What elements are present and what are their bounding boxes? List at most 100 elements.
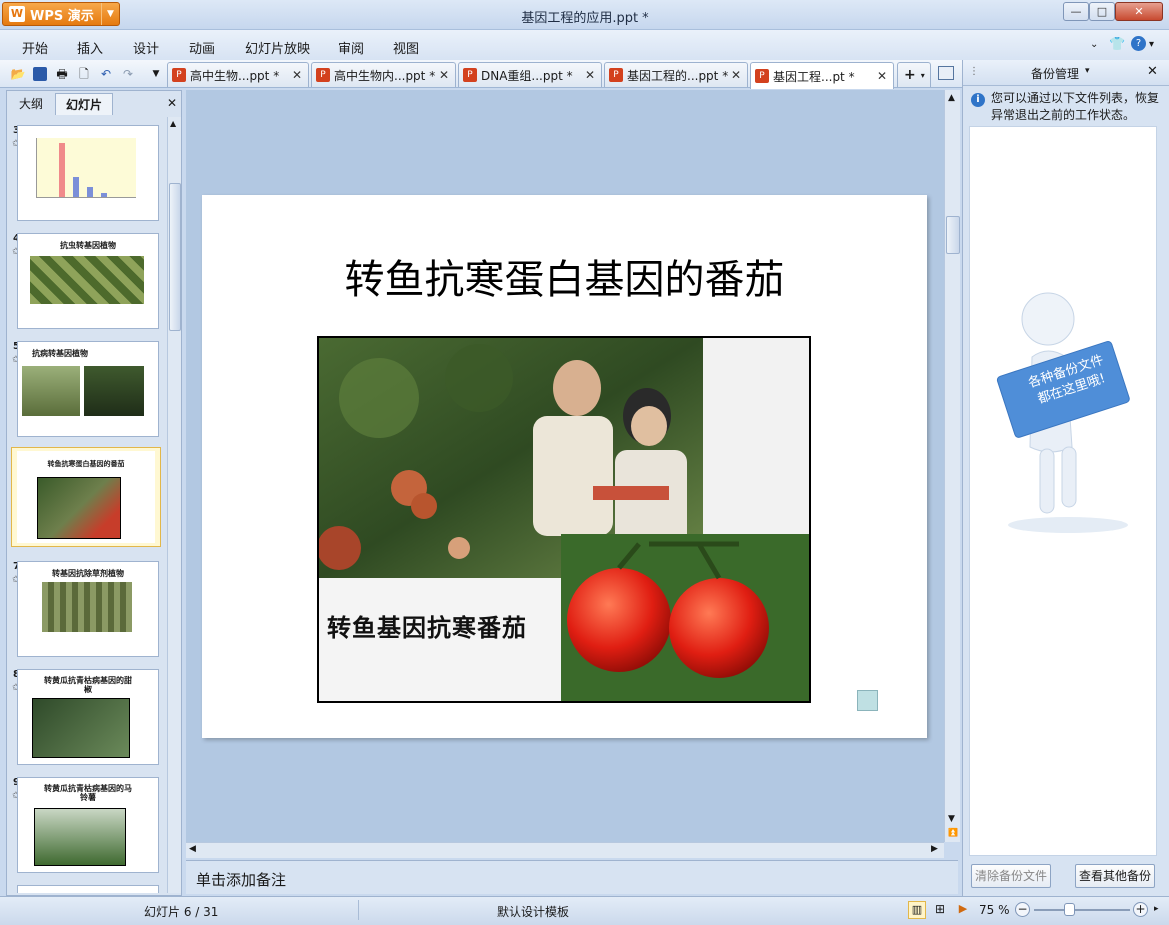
menu-view[interactable]: 视图 bbox=[393, 38, 419, 57]
toolbar-customize-icon[interactable]: ▼ bbox=[148, 66, 164, 82]
status-bar: 幻灯片 6 / 31 默认设计模板 ▥ ⊞ ▶ 75 % − + ▸ bbox=[0, 896, 1169, 925]
thumbnail-scrollbar[interactable]: ▲ bbox=[167, 117, 181, 893]
print-preview-icon[interactable]: 🗋 bbox=[76, 66, 92, 82]
minimize-button[interactable]: — bbox=[1063, 2, 1089, 21]
scrollbar-thumb[interactable] bbox=[169, 183, 181, 331]
tab-doc-3[interactable]: P DNA重组...ppt * ✕ bbox=[458, 62, 602, 87]
figure-holding-sign-illustration bbox=[996, 292, 1130, 533]
bar-chart-thumbnail bbox=[36, 138, 136, 198]
slide-thumbnail-10[interactable] bbox=[17, 885, 159, 893]
tab-doc-2[interactable]: P 高中生物内...ppt * ✕ bbox=[311, 62, 456, 87]
scroll-down-icon[interactable]: ▼ bbox=[948, 814, 955, 824]
menu-design[interactable]: 设计 bbox=[133, 38, 159, 57]
slide-thumbnail-8[interactable]: 转黄瓜抗青枯病基因的甜椒 bbox=[17, 669, 159, 765]
slide-thumbnail-5[interactable]: 抗病转基因植物 bbox=[17, 341, 159, 437]
slide[interactable]: 转鱼抗寒蛋白基因的番茄 转鱼基因抗寒番茄 bbox=[202, 195, 927, 738]
notes-pane[interactable]: 单击添加备注 bbox=[186, 860, 958, 894]
slide-title[interactable]: 转鱼抗寒蛋白基因的番茄 bbox=[202, 247, 927, 305]
zoom-slider-thumb[interactable] bbox=[1064, 903, 1075, 916]
zoom-in-button[interactable]: + bbox=[1133, 902, 1148, 917]
wps-logo-icon: W bbox=[9, 6, 25, 22]
fit-window-icon[interactable]: ▸ bbox=[1154, 904, 1159, 914]
app-menu-dropdown-icon[interactable]: ▼ bbox=[101, 3, 119, 25]
scroll-up-icon[interactable]: ▲ bbox=[170, 119, 176, 128]
skin-icon[interactable]: 👕 bbox=[1109, 37, 1125, 52]
clear-backup-button[interactable]: 清除备份文件 bbox=[971, 864, 1051, 888]
scroll-up-icon[interactable]: ▲ bbox=[948, 93, 955, 103]
panel-grip-icon[interactable]: ⋮ bbox=[969, 66, 979, 77]
slide-sorter-view-icon[interactable]: ⊞ bbox=[931, 901, 949, 919]
thumbnail-title: 抗虫转基因植物 bbox=[60, 241, 116, 250]
panel-close-icon[interactable]: ✕ bbox=[167, 96, 177, 110]
tab-label: 高中生物内...ppt * bbox=[334, 68, 436, 83]
open-folder-icon[interactable]: 📂 bbox=[10, 66, 26, 82]
potato-greenhouse-image bbox=[34, 808, 126, 866]
slide-thumbnail-6[interactable]: 转鱼抗寒蛋白基因的番茄 bbox=[11, 447, 161, 547]
slide-thumbnail-9[interactable]: 转黄瓜抗青枯病基因的马铃薯 bbox=[17, 777, 159, 873]
zoom-slider-track[interactable] bbox=[1034, 909, 1130, 911]
canvas-horizontal-scrollbar[interactable]: ◀ ▶ bbox=[186, 842, 944, 858]
title-bar: W WPS 演示 ▼ 基因工程的应用.ppt * — □ ✕ bbox=[0, 0, 1169, 30]
slide-thumbnail-3[interactable] bbox=[17, 125, 159, 221]
panel-title-dropdown-icon[interactable]: ▾ bbox=[1085, 66, 1090, 76]
tab-close-icon[interactable]: ✕ bbox=[585, 68, 595, 82]
ribbon-collapse-icon[interactable]: ⌄ bbox=[1090, 39, 1098, 50]
print-icon[interactable]: 🖶 bbox=[54, 66, 70, 82]
slide-thumbnail-7[interactable]: 转基因抗除草剂植物 bbox=[17, 561, 159, 657]
save-icon[interactable] bbox=[33, 67, 47, 81]
menu-home[interactable]: 开始 bbox=[22, 38, 48, 57]
quick-access-toolbar: 📂 🖶 🗋 ↶ ↷ ▼ P 高中生物...ppt * ✕ P 高中生物内...p… bbox=[0, 60, 962, 89]
plant-image bbox=[84, 366, 144, 416]
ppt-file-icon: P bbox=[609, 68, 623, 82]
backup-info-text: 您可以通过以下文件列表，恢复异常退出之前的工作状态。 bbox=[991, 91, 1160, 122]
scroll-left-icon[interactable]: ◀ bbox=[189, 844, 196, 854]
slide-image[interactable]: 转鱼基因抗寒番茄 bbox=[317, 336, 811, 703]
tab-close-icon[interactable]: ✕ bbox=[877, 69, 887, 83]
panel-close-icon[interactable]: ✕ bbox=[1147, 64, 1158, 79]
tab-close-icon[interactable]: ✕ bbox=[439, 68, 449, 82]
backup-file-list[interactable]: 各种备份文件 都在这里哦! bbox=[969, 126, 1157, 856]
panel-header: ⋮ 备份管理 ▾ ✕ bbox=[963, 60, 1169, 86]
tab-doc-1[interactable]: P 高中生物...ppt * ✕ bbox=[167, 62, 309, 87]
scroll-right-icon[interactable]: ▶ bbox=[931, 844, 938, 854]
new-tab-button[interactable]: + ▾ bbox=[897, 62, 931, 87]
menu-animation[interactable]: 动画 bbox=[189, 38, 215, 57]
design-template-name: 默认设计模板 bbox=[497, 905, 570, 919]
tab-close-icon[interactable]: ✕ bbox=[292, 68, 302, 82]
view-other-backups-button[interactable]: 查看其他备份 bbox=[1075, 864, 1155, 888]
app-name: WPS 演示 bbox=[30, 8, 94, 24]
slide-counter: 幻灯片 6 / 31 bbox=[144, 905, 219, 919]
slideshow-view-icon[interactable]: ▶ bbox=[954, 901, 972, 919]
help-dropdown-icon[interactable]: ▾ bbox=[1149, 39, 1154, 50]
menu-slideshow[interactable]: 幻灯片放映 bbox=[245, 38, 310, 57]
redo-icon[interactable]: ↷ bbox=[120, 66, 136, 82]
help-icon[interactable]: ? bbox=[1131, 36, 1146, 51]
close-window-button[interactable]: ✕ bbox=[1115, 2, 1163, 21]
tab-doc-active[interactable]: P 基因工程...pt * ✕ bbox=[750, 62, 894, 89]
tab-label: 基因工程...pt * bbox=[773, 69, 855, 84]
maximize-button[interactable]: □ bbox=[1089, 2, 1115, 21]
thumbnail-title: 转黄瓜抗青枯病基因的甜椒 bbox=[44, 676, 132, 694]
window-title: 基因工程的应用.ppt * bbox=[521, 11, 649, 26]
previous-slide-icon[interactable]: ⏫ bbox=[948, 828, 958, 837]
crop-image bbox=[42, 582, 132, 632]
tab-outline[interactable]: 大纲 bbox=[9, 93, 53, 115]
canvas-vertical-scrollbar[interactable]: ▲ ▼ ⏫ bbox=[944, 90, 960, 842]
zoom-out-button[interactable]: − bbox=[1015, 902, 1030, 917]
normal-view-icon[interactable]: ▥ bbox=[908, 901, 926, 919]
wps-app-menu-button[interactable]: W WPS 演示 ▼ bbox=[2, 2, 120, 26]
menu-insert[interactable]: 插入 bbox=[77, 38, 103, 57]
undo-icon[interactable]: ↶ bbox=[98, 66, 114, 82]
slide-thumbnail-4[interactable]: 抗虫转基因植物 bbox=[17, 233, 159, 329]
panel-title[interactable]: 备份管理 bbox=[1031, 65, 1079, 82]
tab-doc-4[interactable]: P 基因工程的...ppt * ✕ bbox=[604, 62, 748, 87]
notes-placeholder[interactable]: 单击添加备注 bbox=[196, 869, 286, 890]
scrollbar-thumb[interactable] bbox=[946, 216, 960, 254]
tab-slides[interactable]: 幻灯片 bbox=[55, 93, 113, 115]
tab-close-icon[interactable]: ✕ bbox=[731, 68, 741, 82]
menu-review[interactable]: 审阅 bbox=[338, 38, 364, 57]
ppt-file-icon: P bbox=[172, 68, 186, 82]
tab-label: 基因工程的...ppt * bbox=[627, 68, 729, 83]
window-list-icon[interactable] bbox=[938, 66, 954, 80]
info-icon: i bbox=[971, 93, 985, 107]
